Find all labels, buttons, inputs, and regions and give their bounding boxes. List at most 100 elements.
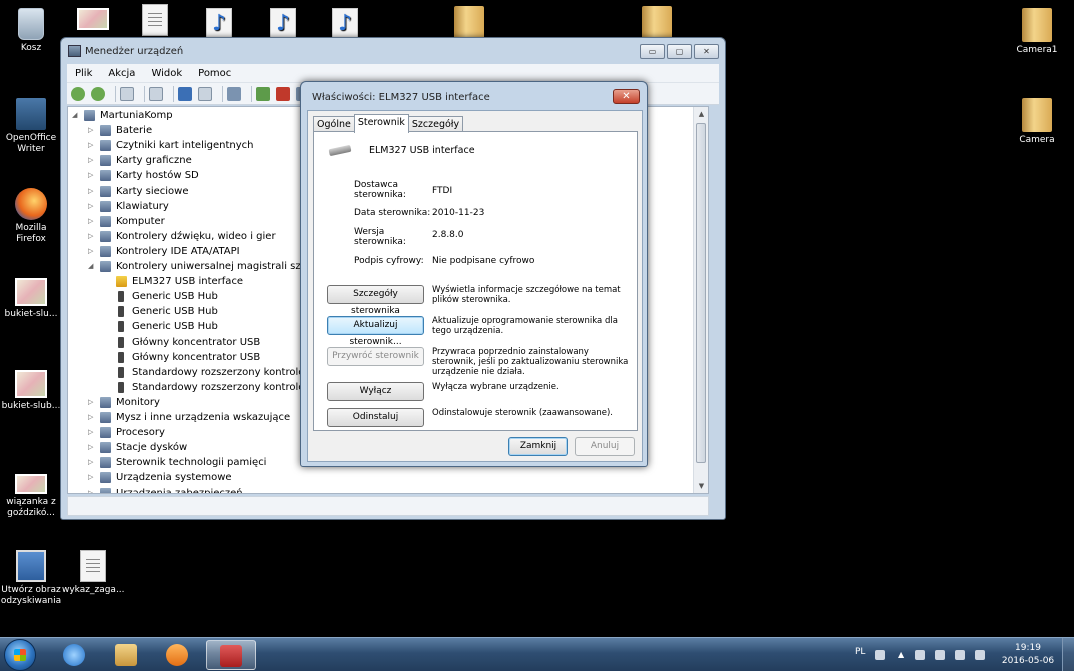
desktop-icon-camera[interactable]: Camera bbox=[1006, 98, 1068, 146]
close-dialog-button[interactable]: Zamknij bbox=[508, 437, 568, 456]
menu-file[interactable]: Plik bbox=[67, 68, 100, 79]
expand-arrow-icon[interactable]: ▷ bbox=[88, 244, 96, 259]
language-indicator[interactable]: PL bbox=[855, 647, 865, 657]
disable-button[interactable]: Wyłącz bbox=[327, 382, 424, 401]
scan-hardware-icon[interactable] bbox=[227, 86, 241, 101]
tree-category[interactable]: ▷ Urządzenia systemowe bbox=[88, 470, 232, 485]
taskbar-media-player[interactable] bbox=[153, 640, 203, 670]
properties-dialog[interactable]: Właściwości: ELM327 USB interface ✕ Ogól… bbox=[300, 81, 648, 467]
close-button[interactable]: ✕ bbox=[694, 44, 719, 59]
tree-category[interactable]: ▷ Stacje dysków bbox=[88, 440, 187, 455]
desktop-icon-photo-top[interactable] bbox=[62, 8, 124, 33]
scroll-thumb[interactable] bbox=[696, 123, 706, 463]
desktop-icon-wykaz[interactable]: wykaz_zaga... bbox=[62, 550, 125, 596]
expand-arrow-icon[interactable]: ▷ bbox=[88, 410, 96, 425]
battery-icon[interactable] bbox=[935, 650, 945, 660]
expand-arrow-icon[interactable]: ◢ bbox=[72, 108, 80, 123]
tree-scrollbar[interactable]: ▲ ▼ bbox=[693, 107, 708, 493]
expand-arrow-icon[interactable]: ▷ bbox=[88, 470, 96, 485]
tree-usb-device[interactable]: Główny koncentrator USB bbox=[104, 350, 260, 365]
taskbar-explorer[interactable] bbox=[102, 640, 152, 670]
tree-usb-device[interactable]: Generic USB Hub bbox=[104, 304, 218, 319]
menu-help[interactable]: Pomoc bbox=[190, 68, 239, 79]
start-button[interactable] bbox=[4, 639, 36, 671]
expand-arrow-icon[interactable]: ◢ bbox=[88, 259, 96, 274]
uninstall-icon[interactable] bbox=[276, 86, 290, 101]
expand-arrow-icon[interactable]: ▷ bbox=[88, 214, 96, 229]
expand-arrow-icon[interactable]: ▷ bbox=[88, 440, 96, 455]
cancel-button[interactable]: Anuluj bbox=[575, 437, 635, 456]
roll-back-driver-button[interactable]: Przywróć sterownik bbox=[327, 347, 424, 366]
dialog-close-button[interactable]: ✕ bbox=[613, 89, 640, 104]
desktop-icon-recycle-bin[interactable]: Kosz bbox=[0, 8, 62, 54]
tree-item-label: MartuniaKomp bbox=[100, 110, 173, 121]
tree-category[interactable]: ▷ Mysz i inne urządzenia wskazujące bbox=[88, 410, 290, 425]
expand-arrow-icon[interactable]: ▷ bbox=[88, 184, 96, 199]
expand-arrow-icon[interactable]: ▷ bbox=[88, 229, 96, 244]
keyboard-icon[interactable] bbox=[875, 650, 885, 660]
expand-arrow-icon[interactable]: ▷ bbox=[88, 153, 96, 168]
network-icon[interactable] bbox=[955, 650, 965, 660]
tree-usb-device[interactable]: Generic USB Hub bbox=[104, 289, 218, 304]
tree-category[interactable]: ▷ Kontrolery IDE ATA/ATAPI bbox=[88, 244, 240, 259]
menu-view[interactable]: Widok bbox=[143, 68, 190, 79]
menu-action[interactable]: Akcja bbox=[100, 68, 143, 79]
expand-arrow-icon[interactable]: ▷ bbox=[88, 138, 96, 153]
action-center-icon[interactable] bbox=[915, 650, 925, 660]
help-icon[interactable] bbox=[178, 86, 192, 101]
back-icon[interactable] bbox=[71, 86, 85, 101]
desktop-icon-firefox[interactable]: Mozilla Firefox bbox=[0, 188, 62, 245]
taskbar-device-manager[interactable] bbox=[206, 640, 256, 670]
tree-category[interactable]: ▷ Procesory bbox=[88, 425, 165, 440]
minimize-button[interactable]: ▭ bbox=[640, 44, 665, 59]
tree-root[interactable]: ◢ MartuniaKomp bbox=[72, 108, 173, 123]
update-driver-icon[interactable] bbox=[256, 86, 270, 101]
expand-arrow-icon[interactable]: ▷ bbox=[88, 168, 96, 183]
driver-details-button[interactable]: Szczegóły sterownika bbox=[327, 285, 424, 316]
expand-arrow-icon[interactable]: ▷ bbox=[88, 455, 96, 470]
desktop-icon-wiazanka[interactable]: wiązanka z goździkó... bbox=[0, 474, 62, 519]
tree-category[interactable]: ▷ Baterie bbox=[88, 123, 152, 138]
expand-arrow-icon[interactable]: ▷ bbox=[88, 425, 96, 440]
tree-category[interactable]: ▷ Komputer bbox=[88, 214, 165, 229]
desktop-icon-camera1[interactable]: Camera1 bbox=[1006, 8, 1068, 56]
volume-icon[interactable] bbox=[975, 650, 985, 660]
desktop-icon-recovery[interactable]: Utwórz obraz odzyskiwania bbox=[0, 550, 62, 607]
scroll-down-icon[interactable]: ▼ bbox=[694, 479, 708, 493]
tree-category[interactable]: ▷ Klawiatury bbox=[88, 199, 169, 214]
maximize-button[interactable]: ▢ bbox=[667, 44, 692, 59]
taskbar-internet-explorer[interactable] bbox=[50, 640, 100, 670]
tree-category[interactable]: ▷ Sterownik technologii pamięci bbox=[88, 455, 266, 470]
expand-arrow-icon[interactable]: ▷ bbox=[88, 199, 96, 214]
driver-tab-panel: ELM327 USB interface Dostawca sterownika… bbox=[313, 131, 638, 431]
expand-arrow-icon[interactable]: ▷ bbox=[88, 486, 96, 494]
desktop-icon-bukiet-2[interactable]: bukiet-slub... bbox=[0, 370, 62, 412]
view-icon[interactable] bbox=[198, 86, 212, 101]
uninstall-button[interactable]: Odinstaluj bbox=[327, 408, 424, 427]
forward-icon[interactable] bbox=[91, 86, 105, 101]
tree-category[interactable]: ▷ Czytniki kart inteligentnych bbox=[88, 138, 254, 153]
tree-category[interactable]: ▷ Karty graficzne bbox=[88, 153, 192, 168]
desktop-icon-openoffice-writer[interactable]: OpenOffice Writer bbox=[0, 98, 62, 155]
tree-category[interactable]: ▷ Karty hostów SD bbox=[88, 168, 199, 183]
tree-usb-device[interactable]: Główny koncentrator USB bbox=[104, 335, 260, 350]
desktop-icon-bukiet-1[interactable]: bukiet-slu... bbox=[0, 278, 62, 320]
expand-arrow-icon[interactable]: ▷ bbox=[88, 395, 96, 410]
scroll-up-icon[interactable]: ▲ bbox=[694, 107, 708, 121]
tree-category[interactable]: ▷ Urządzenia zabezpieczeń bbox=[88, 486, 243, 494]
expand-arrow-icon[interactable]: ▷ bbox=[88, 123, 96, 138]
tab-driver[interactable]: Sterownik bbox=[353, 114, 409, 133]
update-driver-button[interactable]: Aktualizuj sterownik... bbox=[327, 316, 424, 347]
device-manager-titlebar[interactable]: Menedżer urządzeń ▭ ▢ ✕ bbox=[61, 38, 725, 64]
properties-icon[interactable] bbox=[149, 86, 163, 101]
show-desktop-button[interactable] bbox=[1062, 638, 1074, 671]
tree-category[interactable]: ▷ Karty sieciowe bbox=[88, 184, 189, 199]
show-hidden-icons-icon[interactable]: ▲ bbox=[898, 650, 908, 660]
desktop-icon-doc-top[interactable] bbox=[124, 4, 186, 39]
tree-usb-device[interactable]: ELM327 USB interface bbox=[104, 274, 243, 289]
tree-usb-device[interactable]: Generic USB Hub bbox=[104, 319, 218, 334]
tree-category[interactable]: ▷ Kontrolery dźwięku, wideo i gier bbox=[88, 229, 276, 244]
clock[interactable]: 19:19 2016-05-06 bbox=[1000, 642, 1056, 668]
tree-category[interactable]: ▷ Monitory bbox=[88, 395, 160, 410]
show-hide-tree-icon[interactable] bbox=[120, 86, 134, 101]
